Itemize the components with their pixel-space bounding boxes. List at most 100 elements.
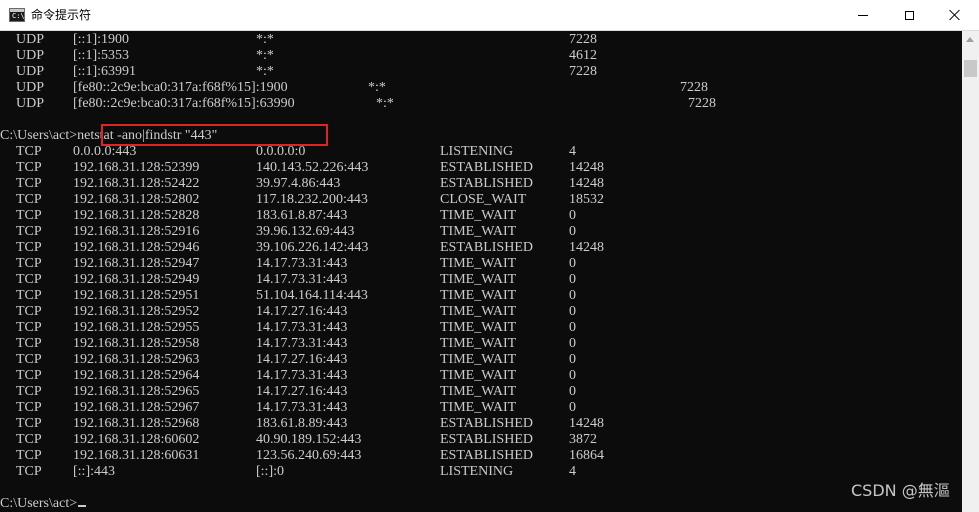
console-row: UDP [::1]:1900 *:* 7228 [0,32,962,48]
prompt-text: C:\Users\act> [0,128,78,143]
cell-local: 192.168.31.128:52965 [73,384,200,399]
cell-proto: TCP [16,240,42,255]
cell-pid: 0 [569,256,576,271]
cell-pid: 0 [569,336,576,351]
cell-foreign: [::]:0 [256,464,284,479]
cell-state: TIME_WAIT [440,224,517,239]
console-row: TCP [::]:443 [::]:0 LISTENING 4 [0,464,962,480]
cell-proto: TCP [16,464,42,479]
cell-pid: 0 [569,288,576,303]
cell-pid: 14248 [569,160,604,175]
cell-local: 192.168.31.128:52967 [73,400,200,415]
console-row: TCP 192.168.31.128:52951 51.104.164.114:44… [0,288,962,304]
close-button[interactable] [932,0,978,30]
console-row: TCP 192.168.31.128:60602 40.90.189.152:443… [0,432,962,448]
cell-pid: 7228 [569,64,597,79]
cell-state: TIME_WAIT [440,320,517,335]
cell-pid: 0 [569,208,576,223]
console-row: TCP 192.168.31.128:52968 183.61.8.89:443 ES… [0,416,962,432]
console-row: TCP 192.168.31.128:52916 39.96.132.69:443 T… [0,224,962,240]
cell-pid: 18532 [569,192,604,207]
cell-pid: 14248 [569,176,604,191]
app-icon-label: C:\ [12,12,25,20]
cell-foreign: 14.17.73.31:443 [256,400,348,415]
cell-local: [fe80::2c9e:bca0:317a:f68f%15]:63990 [73,96,295,111]
cell-pid: 0 [569,304,576,319]
console-row: TCP 192.168.31.128:52399 140.143.52.226:44… [0,160,962,176]
cell-local: 192.168.31.128:52964 [73,368,200,383]
cell-foreign: 123.56.240.69:443 [256,448,362,463]
console-row: TCP 192.168.31.128:52947 14.17.73.31:443 TI… [0,256,962,272]
cell-state: TIME_WAIT [440,384,517,399]
cell-foreign: *:* [256,32,274,47]
cell-foreign: 39.96.132.69:443 [256,224,355,239]
cell-pid: 0 [569,224,576,239]
cell-pid: 14248 [569,416,604,431]
cell-foreign: 117.18.232.200:443 [256,192,368,207]
cell-local: [::1]:63991 [73,64,136,79]
console-row: TCP 192.168.31.128:52949 14.17.73.31:443 TI… [0,272,962,288]
cell-local: 192.168.31.128:52949 [73,272,200,287]
cell-state: TIME_WAIT [440,368,517,383]
minimize-button[interactable] [840,0,886,30]
console-row: TCP 192.168.31.128:52967 14.17.73.31:443 TI… [0,400,962,416]
cell-local: [::]:443 [73,464,115,479]
cell-proto: TCP [16,352,42,367]
cell-proto: TCP [16,320,42,335]
cell-foreign: 51.104.164.114:443 [256,288,368,303]
cell-local: 192.168.31.128:60602 [73,432,200,447]
cell-foreign: 14.17.27.16:443 [256,304,348,319]
cell-state: TIME_WAIT [440,256,517,271]
cell-pid: 4612 [569,48,597,63]
cell-foreign: 183.61.8.87:443 [256,208,348,223]
cell-proto: TCP [16,336,42,351]
cell-pid: 0 [569,320,576,335]
console-row: TCP 192.168.31.128:52946 39.106.226.142:44… [0,240,962,256]
scroll-up-arrow-icon[interactable] [962,31,979,48]
scrollbar-thumb[interactable] [964,60,977,77]
cell-proto: TCP [16,384,42,399]
cell-local: 0.0.0.0:443 [73,144,137,159]
cell-local: 192.168.31.128:52399 [73,160,200,175]
cell-state: TIME_WAIT [440,352,517,367]
maximize-button[interactable] [886,0,932,30]
console-row: TCP 192.168.31.128:52963 14.17.27.16:443 TI… [0,352,962,368]
cell-proto: TCP [16,192,42,207]
cell-pid: 4 [569,464,576,479]
cell-proto: UDP [16,64,45,79]
cell-proto: TCP [16,368,42,383]
cell-pid: 16864 [569,448,604,463]
console-row: UDP [::1]:63991 *:* 7228 [0,64,962,80]
cell-state: CLOSE_WAIT [440,192,527,207]
cell-proto: TCP [16,224,42,239]
cell-state: ESTABLISHED [440,176,533,191]
cell-local: 192.168.31.128:52947 [73,256,200,271]
cell-local: [::1]:5353 [73,48,129,63]
cell-proto: TCP [16,400,42,415]
console-output[interactable]: UDP [::1]:1900 *:* 7228 UDP [::1]:5353 *:* 4612… [0,31,962,512]
window-title: 命令提示符 [31,8,92,22]
console-row: UDP [::1]:5353 *:* 4612 [0,48,962,64]
cell-pid: 14248 [569,240,604,255]
vertical-scrollbar[interactable] [962,31,979,512]
cell-local: 192.168.31.128:52952 [73,304,200,319]
cell-pid: 3872 [569,432,597,447]
command-prompt-icon[interactable]: C:\ [9,8,25,22]
cell-local: 192.168.31.128:52802 [73,192,200,207]
console-row: TCP 192.168.31.128:60631 123.56.240.69:443… [0,448,962,464]
cell-local: 192.168.31.128:52828 [73,208,200,223]
console-row: TCP 192.168.31.128:52802 117.18.232.200:44… [0,192,962,208]
final-prompt-line: C:\Users\act> [0,496,87,512]
prompt-text: C:\Users\act> [0,496,78,511]
console-row: TCP 192.168.31.128:52958 14.17.73.31:443 TI… [0,336,962,352]
console-row: TCP 192.168.31.128:52952 14.17.27.16:443 TI… [0,304,962,320]
cell-foreign: 14.17.73.31:443 [256,320,348,335]
cell-foreign: 14.17.73.31:443 [256,272,348,287]
cell-state: ESTABLISHED [440,448,533,463]
console-row: TCP 192.168.31.128:52965 14.17.27.16:443 TI… [0,384,962,400]
minimize-icon [858,14,868,16]
cell-state: TIME_WAIT [440,208,517,223]
cell-foreign: 14.17.27.16:443 [256,384,348,399]
title-bar: C:\ 命令提示符 [0,0,979,31]
console-row: TCP 192.168.31.128:52955 14.17.73.31:443 TI… [0,320,962,336]
